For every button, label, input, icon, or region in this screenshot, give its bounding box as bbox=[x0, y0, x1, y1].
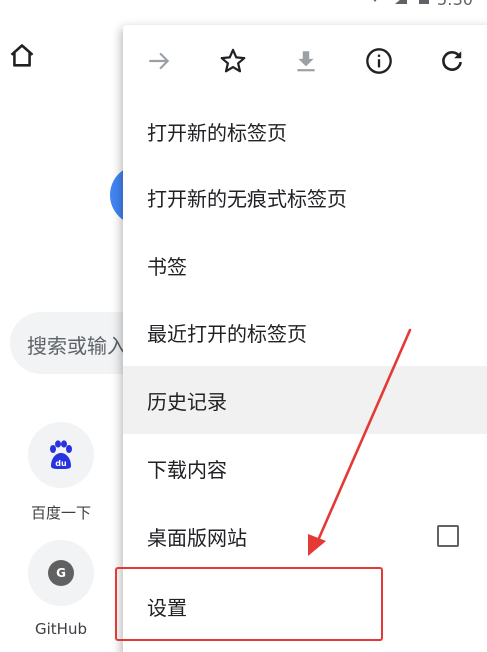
signal-icon bbox=[395, 0, 407, 4]
menu-item-label: 打开新的标签页 bbox=[147, 120, 287, 145]
svg-text:du: du bbox=[55, 459, 67, 468]
shortcut-baidu-tile[interactable]: du bbox=[28, 422, 94, 488]
menu-item-label: 打开新的无痕式标签页 bbox=[147, 186, 347, 211]
menu-item-new-incognito-tab[interactable]: 打开新的无痕式标签页 bbox=[123, 163, 487, 231]
download-button[interactable] bbox=[288, 43, 324, 79]
download-icon bbox=[297, 51, 315, 72]
wifi-icon bbox=[373, 0, 377, 2]
reload-button[interactable] bbox=[434, 43, 470, 79]
github-letter-icon: G bbox=[48, 560, 74, 586]
shortcut-baidu[interactable]: du 百度一下 bbox=[16, 422, 106, 523]
annotation-highlight-box bbox=[115, 567, 383, 641]
shortcut-github-label: GitHub bbox=[35, 620, 87, 638]
baidu-paw-icon: du bbox=[50, 440, 72, 469]
status-time: 5:30 bbox=[437, 0, 473, 9]
menu-item-label: 历史记录 bbox=[147, 389, 227, 414]
menu-item-label: 书签 bbox=[147, 254, 187, 279]
desktop-site-checkbox[interactable] bbox=[437, 525, 459, 547]
menu-item-new-tab[interactable]: 打开新的标签页 bbox=[123, 97, 487, 165]
menu-item-desktop-site[interactable]: 桌面版网站 bbox=[123, 502, 487, 570]
bookmark-star-button[interactable] bbox=[215, 43, 251, 79]
reload-icon bbox=[442, 51, 462, 71]
forward-icon bbox=[149, 52, 170, 70]
menu-toolbar bbox=[123, 25, 487, 97]
menu-item-label: 下载内容 bbox=[147, 457, 227, 482]
shortcut-github[interactable]: G GitHub bbox=[16, 540, 106, 638]
menu-item-label: 最近打开的标签页 bbox=[147, 321, 307, 346]
menu-item-recent-tabs[interactable]: 最近打开的标签页 bbox=[123, 298, 487, 366]
shortcut-baidu-label: 百度一下 bbox=[30, 504, 91, 522]
menu-item-bookmarks[interactable]: 书签 bbox=[123, 231, 487, 299]
shortcut-github-tile[interactable]: G bbox=[28, 540, 94, 606]
forward-button[interactable] bbox=[141, 43, 177, 79]
menu-item-downloads[interactable]: 下载内容 bbox=[123, 434, 487, 502]
info-icon bbox=[366, 48, 392, 74]
battery-icon bbox=[419, 0, 429, 4]
overflow-menu: 打开新的标签页 打开新的无痕式标签页 书签 最近打开的标签页 历史记录 下载内容… bbox=[123, 25, 487, 652]
menu-item-history[interactable]: 历史记录 bbox=[123, 366, 487, 434]
menu-item-label: 桌面版网站 bbox=[147, 525, 247, 550]
star-icon bbox=[220, 48, 246, 73]
status-bar: 5:30 bbox=[347, 0, 487, 10]
page-info-button[interactable] bbox=[361, 43, 397, 79]
home-icon[interactable] bbox=[8, 42, 36, 70]
search-placeholder: 搜索或输入 bbox=[27, 334, 127, 358]
